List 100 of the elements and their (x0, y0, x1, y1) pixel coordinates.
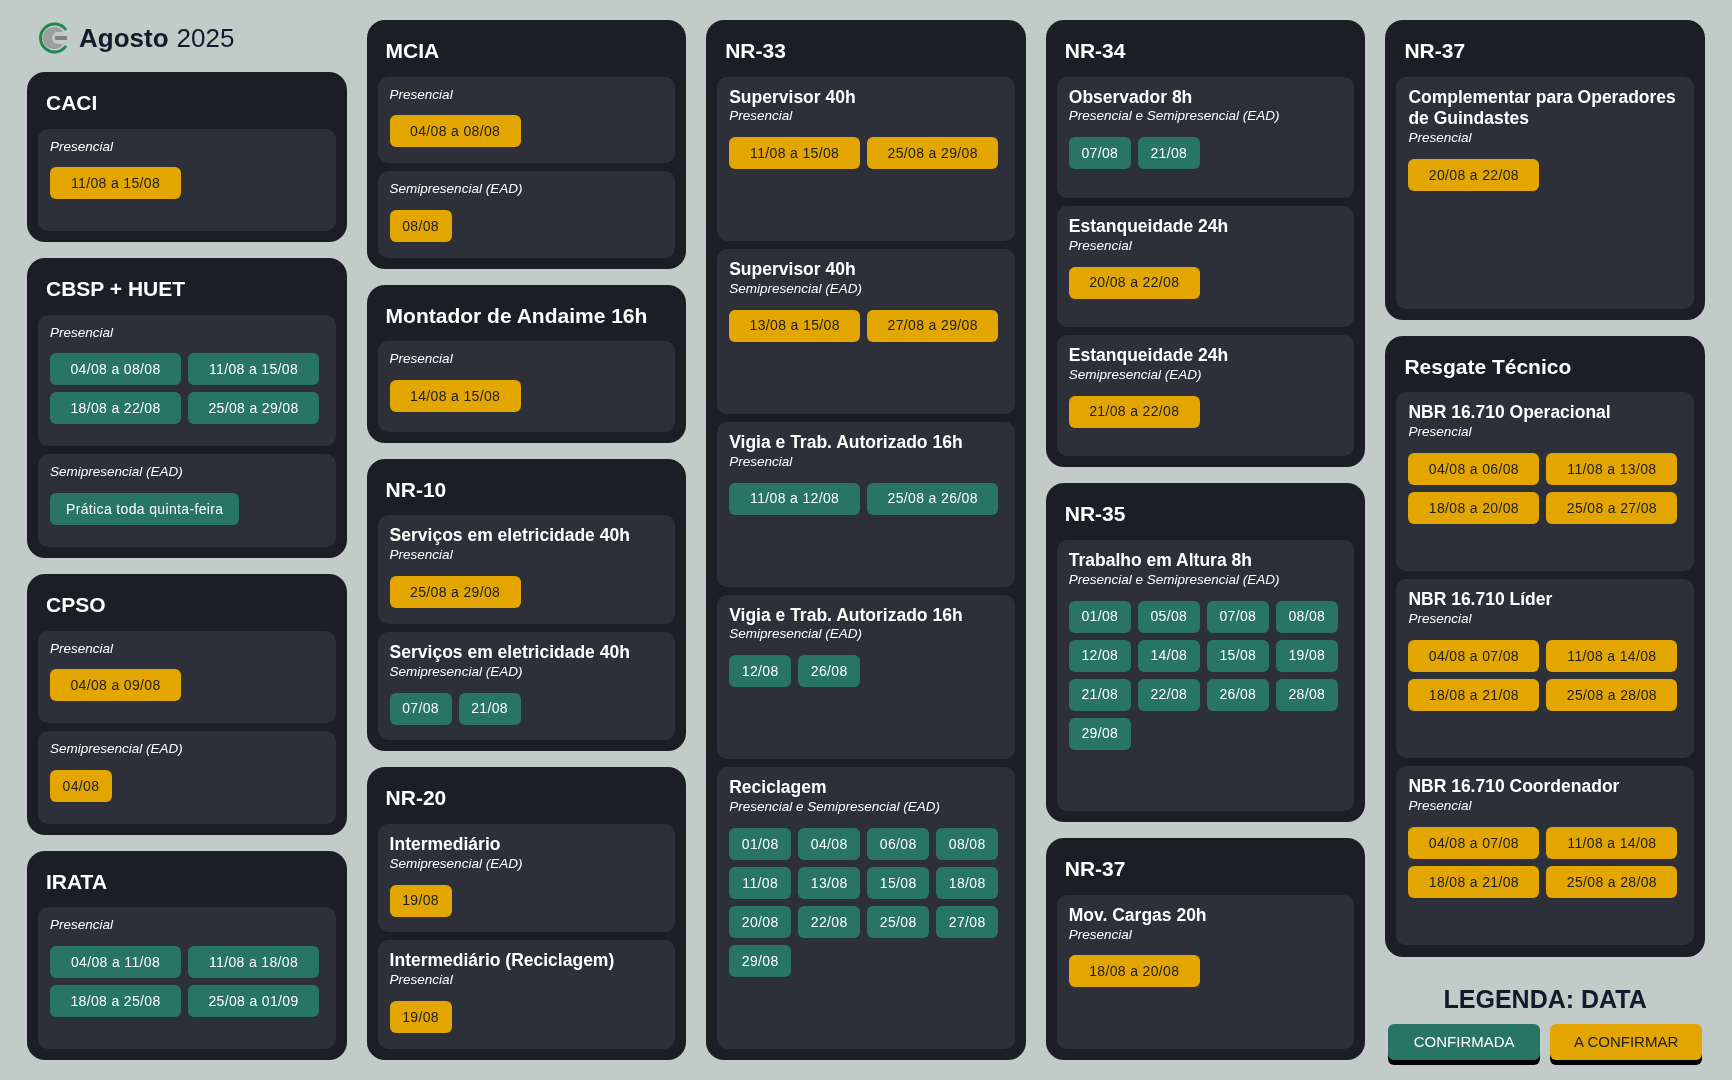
date-tag: 18/08 a 21/08 (1408, 866, 1540, 899)
date-tag: 20/08 a 22/08 (1408, 159, 1540, 192)
date-tag: 05/08 (1137, 600, 1200, 633)
mode-label: Presencial e Semipresencial (EAD) (1068, 108, 1281, 126)
date-tag: 08/08 (389, 210, 452, 243)
date-tag: 19/08 (1275, 639, 1338, 672)
date-tag: 22/08 (1137, 678, 1200, 711)
mode-label: Semipresencial (EAD) (389, 663, 524, 681)
date-tag: 27/08 a 29/08 (867, 309, 999, 342)
mode-label: Presencial (1068, 926, 1133, 944)
date-tag: 06/08 (867, 828, 930, 861)
date-tag: 20/08 (729, 906, 792, 939)
session-title: Mov. Cargas 20h (1068, 904, 1208, 927)
mode-label: Presencial (1068, 237, 1133, 255)
mode-label: Presencial (729, 453, 794, 471)
session-title: Estanqueidade 24h (1068, 345, 1230, 367)
year-title: 2025 (176, 21, 235, 55)
mode-label: Presencial (1408, 130, 1473, 148)
session-title: NBR 16.710 Líder (1408, 589, 1554, 612)
date-tag: 04/08 a 08/08 (389, 115, 521, 148)
month-title: Agosto (79, 21, 169, 55)
session-title: Vigia e Trab. Autorizado 16h (729, 604, 964, 627)
session-title: Estanqueidade 24h (1068, 215, 1230, 238)
mode-label: Presencial e Semipresencial (EAD) (1068, 571, 1281, 589)
date-tag: 04/08 a 09/08 (50, 669, 181, 702)
date-tag: 04/08 a 06/08 (1408, 453, 1540, 486)
card-title: Montador de Andaime 16h (384, 302, 649, 329)
date-tag: 12/08 (1068, 639, 1131, 672)
mode-label: Presencial (729, 108, 794, 126)
mode-label: Presencial (50, 640, 115, 658)
session-title: Reciclagem (729, 777, 828, 800)
date-tag: 11/08 a 18/08 (188, 946, 319, 979)
session-title: Complementar para Operadores de Guindastes (1408, 86, 1677, 131)
card-title: IRATA (45, 868, 109, 895)
mode-label: Presencial (1408, 798, 1473, 816)
date-tag: 11/08 a 15/08 (729, 137, 861, 170)
mode-label: Semipresencial (EAD) (729, 626, 863, 644)
date-tag: 18/08 a 21/08 (1408, 679, 1540, 712)
date-tag: 11/08 a 14/08 (1546, 640, 1678, 673)
date-tag: 01/08 (1068, 600, 1131, 633)
date-tag: 11/08 a 13/08 (1546, 453, 1678, 486)
mode-label: Semipresencial (EAD) (729, 281, 863, 298)
date-tag: 04/08 a 08/08 (50, 353, 181, 386)
mode-label: Presencial (389, 547, 454, 565)
card-title: CBSP + HUET (45, 276, 187, 303)
session-title: NBR 16.710 Coordenador (1408, 776, 1621, 799)
card-title: NR-37 (1403, 38, 1467, 64)
mode-label: Presencial (1408, 611, 1473, 629)
date-tag: 04/08 (50, 770, 112, 803)
card-title: CACI (45, 90, 99, 116)
date-tag: 27/08 (936, 906, 999, 939)
date-tag: 21/08 (458, 692, 521, 725)
date-tag: 11/08 a 15/08 (188, 353, 319, 386)
mode-label: Semipresencial (EAD) (389, 181, 524, 199)
date-tag: 18/08 (936, 867, 999, 900)
card-title: Resgate Técnico (1403, 353, 1573, 380)
date-tag: 25/08 a 27/08 (1546, 492, 1678, 525)
card-title: NR-37 (1063, 856, 1127, 883)
date-tag: 11/08 a 15/08 (50, 167, 181, 200)
card-title: NR-35 (1063, 501, 1127, 528)
legend-title: LEGENDA: DATA (1443, 983, 1647, 1015)
date-tag: 21/08 (1137, 137, 1200, 170)
mode-label: Presencial (50, 324, 115, 342)
mode-label: Semipresencial (EAD) (389, 855, 524, 873)
date-tag: 08/08 (1275, 600, 1338, 633)
session-title: Supervisor 40h (729, 259, 857, 282)
session-title: NBR 16.710 Operacional (1408, 402, 1612, 425)
mode-label: Presencial (50, 917, 115, 935)
date-tag: 13/08 (798, 867, 861, 900)
date-tag: 25/08 a 29/08 (867, 137, 999, 170)
date-tag: 19/08 (389, 1001, 452, 1034)
mode-label: Semipresencial (EAD) (1068, 366, 1203, 384)
date-tag: 19/08 (389, 884, 452, 917)
date-tag: 25/08 a 29/08 (389, 576, 521, 609)
date-tag: 18/08 a 25/08 (50, 985, 181, 1018)
session-title: Supervisor 40h (729, 86, 857, 109)
session-title: Vigia e Trab. Autorizado 16h (729, 431, 964, 454)
date-tag: 11/08 a 14/08 (1546, 827, 1678, 860)
date-tag: 07/08 (1068, 137, 1131, 170)
session-title: Serviços em eletricidade 40h (389, 525, 631, 548)
date-tag: 15/08 (1206, 639, 1269, 672)
mode-label: Presencial (389, 351, 454, 369)
date-tag: 11/08 (729, 867, 792, 900)
date-tag: 29/08 (1068, 717, 1131, 750)
date-tag: 07/08 (389, 692, 452, 725)
mode-label: Presencial (50, 138, 115, 156)
date-tag: 15/08 (867, 867, 930, 900)
card-title: NR-10 (384, 476, 448, 503)
date-tag: 12/08 (729, 655, 792, 688)
date-tag: 21/08 (1068, 678, 1131, 711)
date-tag: 25/08 (867, 906, 930, 939)
date-tag: 26/08 (798, 655, 861, 688)
card-title: CPSO (45, 592, 107, 618)
date-tag: 04/08 a 07/08 (1408, 827, 1540, 860)
date-tag: 25/08 a 01/09 (188, 985, 319, 1018)
date-tag: 13/08 a 15/08 (729, 309, 861, 342)
session-title: Serviços em eletricidade 40h (389, 641, 631, 664)
date-tag: 14/08 a 15/08 (389, 380, 521, 413)
session-title: Intermediário (389, 833, 502, 856)
date-tag: 29/08 (729, 945, 792, 978)
